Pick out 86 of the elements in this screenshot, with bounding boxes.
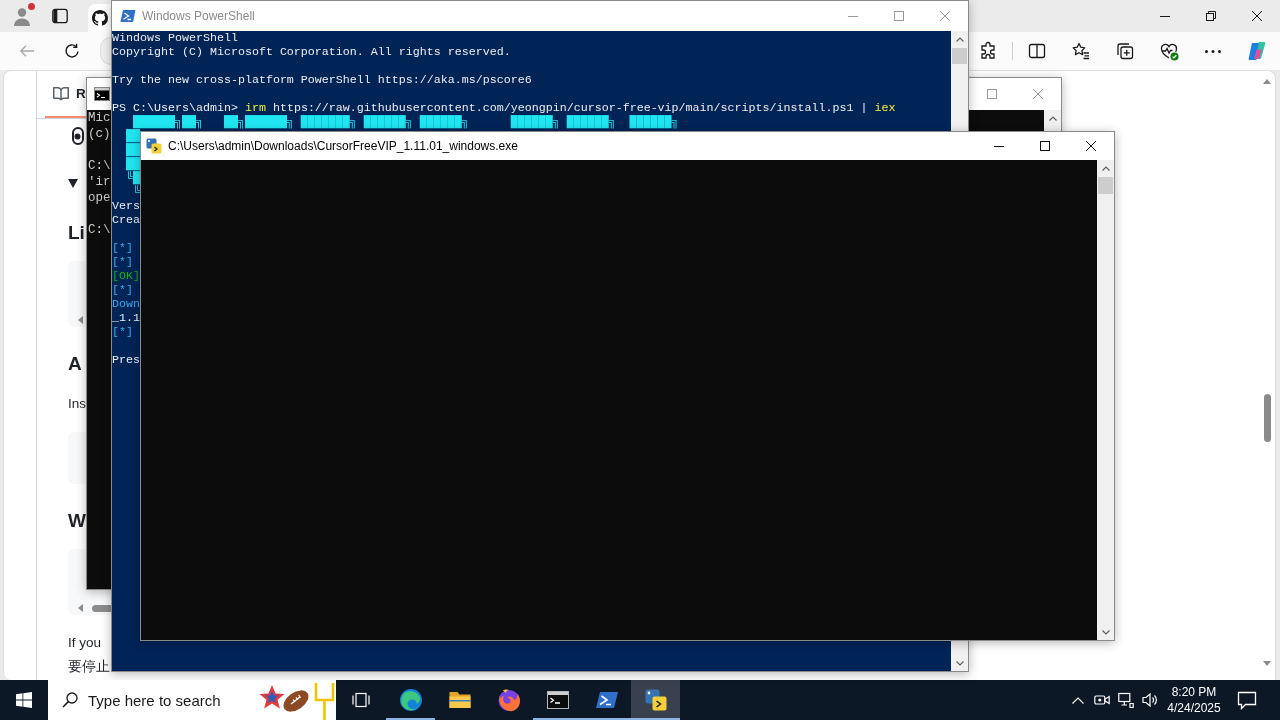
clock-button[interactable]: 8:20 PM 4/24/2025 [1164, 680, 1224, 720]
app-icon [146, 138, 162, 154]
maximize-icon [894, 11, 904, 21]
scroll-down-arrow-icon[interactable] [1263, 661, 1271, 666]
window-title: Windows PowerShell [142, 9, 255, 23]
banner-line: ██ [125, 143, 140, 157]
scrollbar-thumb[interactable] [1098, 177, 1113, 194]
maximize-icon [987, 89, 997, 99]
console-line: Windows PowerShell [112, 31, 238, 45]
minimize-icon [994, 145, 1004, 147]
volume-icon [1142, 692, 1158, 708]
minimize-icon [848, 15, 858, 17]
search-field[interactable]: Type here to search [48, 680, 336, 720]
console-line: (c) [88, 126, 111, 142]
console-line: ope [88, 190, 111, 206]
console-line: [*] [112, 241, 133, 255]
console-line: [*] [112, 255, 133, 269]
disclosure-triangle-icon[interactable] [68, 179, 78, 188]
fox-globe-icon [496, 688, 521, 712]
restore-icon [1206, 11, 1216, 21]
close-icon [1033, 89, 1043, 99]
refresh-icon [64, 43, 80, 59]
close-icon [940, 11, 950, 21]
window-panes-icon [16, 692, 32, 708]
scroll-left-arrow-icon[interactable] [78, 604, 83, 612]
console-line: _1.1 [112, 311, 140, 325]
monitor-network-icon [1118, 692, 1134, 708]
star-list-icon [1071, 41, 1091, 61]
banner-line: ╚ [133, 185, 140, 199]
console-line: 'ir [88, 174, 111, 190]
sidebar-panel-icon [52, 8, 68, 24]
scroll-up-arrow-icon[interactable] [1263, 79, 1271, 84]
cat-logo-icon [92, 10, 108, 26]
scroll-left-arrow-icon[interactable] [78, 316, 83, 324]
banner-line: ██ [125, 157, 140, 171]
split-screen-icon [1027, 41, 1047, 61]
console-line: Copyright (C) Microsoft Corporation. All rights reserved. [112, 45, 511, 59]
notification-dot-icon [28, 3, 35, 10]
close-icon [1086, 141, 1096, 151]
minimize-icon [1160, 15, 1170, 17]
scrollbar-thumb[interactable] [952, 48, 967, 64]
console-line: Down [112, 297, 140, 311]
console-line: Try the new cross-platform PowerShell https://aka.ms/pscore6 [112, 73, 532, 87]
console-line: [*] [112, 283, 133, 297]
section-heading: Li [68, 221, 85, 245]
scrollbar-thumb[interactable] [1263, 394, 1271, 442]
stacked-squares-plus-icon [1115, 41, 1135, 61]
heart-pulse-icon [1159, 41, 1179, 61]
search-icon [62, 692, 78, 708]
banner-line: ██ [125, 129, 140, 143]
console-line: Pres [112, 353, 140, 367]
console-line: Mic [88, 110, 111, 126]
section-heading: A [68, 352, 82, 376]
console-line: [OK] [112, 269, 140, 283]
close-icon [1252, 11, 1262, 21]
paragraph-text: If you [68, 634, 102, 652]
book-icon [53, 85, 69, 102]
console-line: Crea [112, 213, 140, 227]
maximize-icon [1040, 141, 1050, 151]
console-line: [*] [112, 325, 133, 339]
back-arrow-icon [19, 43, 35, 59]
ellipsis-icon [1205, 49, 1221, 53]
console-line: PS C:\Users\admin> irm https://raw.githubusercontent.com/yeongpin/cursor-free-vip/main/scripts/install.ps1 | iex [112, 101, 896, 115]
task-view-icon [351, 690, 371, 710]
taskbar-app-button[interactable] [631, 680, 680, 720]
console-line: C:\ [88, 158, 111, 174]
banner-line: ╚█ [125, 171, 140, 185]
banner-line: ██████╗██╗ ██╗██████╗ ███████╗ ██████╗ ██████╗ ██████╗ ██████╗ ██████╗ [132, 115, 679, 129]
paragraph-text: 要停止 [68, 658, 110, 676]
camera-icon [1094, 692, 1110, 708]
avatar-icon [12, 6, 32, 26]
swirl-logo-icon [398, 688, 423, 712]
prompt-icon [120, 8, 136, 24]
speech-bubble-icon [1237, 690, 1257, 710]
console-line: Vers [112, 199, 140, 213]
app-icon [643, 688, 668, 712]
scrollbar-thumb[interactable] [92, 604, 111, 612]
puzzle-icon [978, 41, 998, 61]
console-line: C:\ [88, 222, 111, 238]
terminal-icon [545, 688, 570, 712]
section-heading: W [68, 509, 86, 533]
window-title: C:\Users\admin\Downloads\CursorFreeVIP_1.11.01_windows.exe [168, 139, 518, 153]
chevron-up-icon [1072, 696, 1084, 704]
browser-tab[interactable] [88, 4, 111, 32]
colorful-logo-icon [1247, 41, 1267, 61]
paragraph-text: Ins [68, 395, 86, 413]
